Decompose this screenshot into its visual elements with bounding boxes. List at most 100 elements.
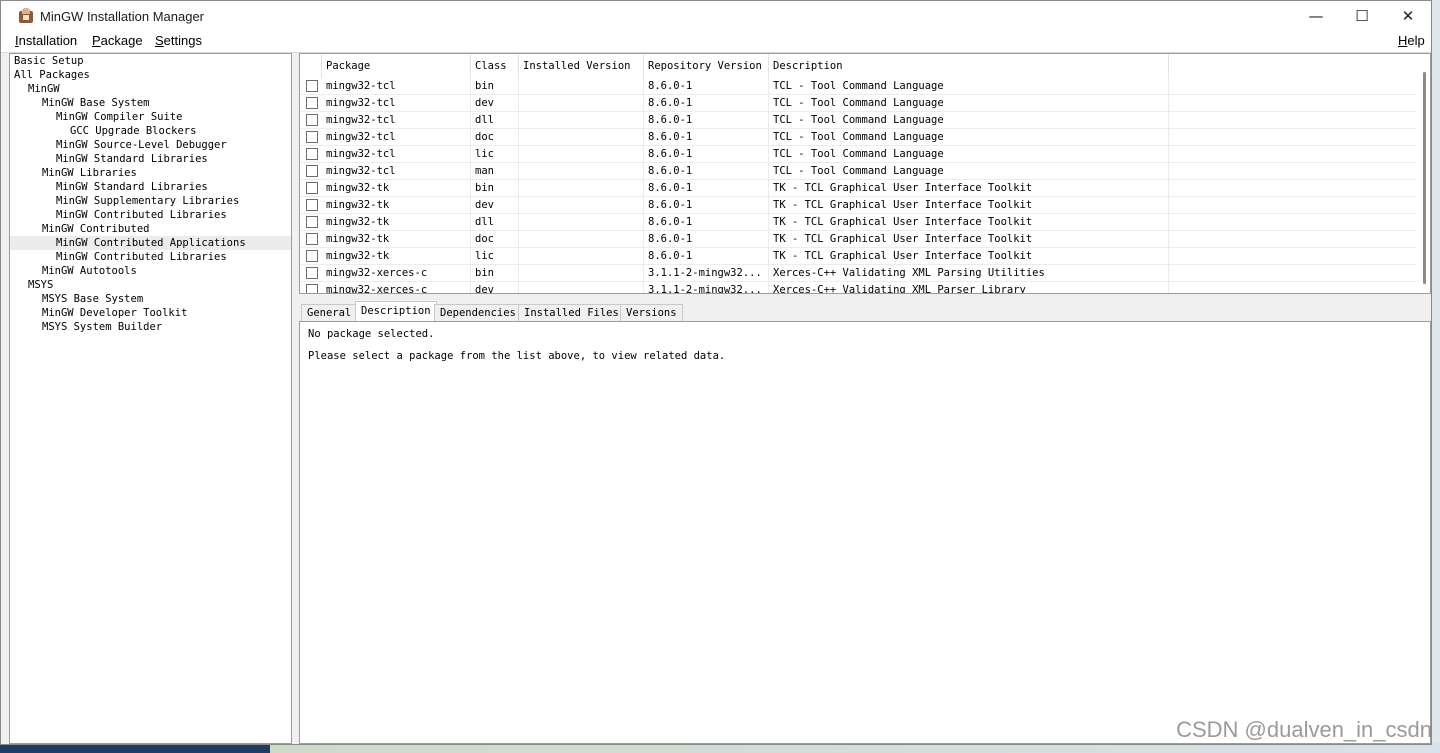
tree-item-mingw-developer-toolkit[interactable]: MinGW Developer Toolkit <box>42 306 187 320</box>
package-checkbox[interactable] <box>306 233 318 245</box>
details-panel: No package selected. Please select a pac… <box>299 321 1431 744</box>
tree-item-mingw-base-system[interactable]: MinGW Base System <box>42 96 149 110</box>
table-row[interactable]: mingw32-xerces-c dev 3.1.1-2-mingw32... … <box>300 282 1416 293</box>
details-tabs: General Description Dependencies Install… <box>299 300 1431 322</box>
tab-dependencies[interactable]: Dependencies <box>434 304 522 321</box>
package-description: TCL - Tool Command Language <box>769 129 1169 146</box>
header-installed-version[interactable]: Installed Version <box>519 54 644 78</box>
tree-item-mingw-contributed[interactable]: MinGW Contributed <box>42 222 149 236</box>
package-installed-version <box>519 180 644 197</box>
menu-installation[interactable]: Installation <box>15 33 77 48</box>
tree-item-mingw-compiler-suite[interactable]: MinGW Compiler Suite <box>56 110 182 124</box>
package-name: mingw32-tcl <box>322 112 471 129</box>
tree-item-msys-system-builder[interactable]: MSYS System Builder <box>42 320 162 334</box>
package-class: doc <box>471 129 519 146</box>
package-checkbox[interactable] <box>306 97 318 109</box>
package-class: lic <box>471 248 519 265</box>
header-class[interactable]: Class <box>471 54 519 78</box>
category-tree[interactable]: Basic Setup All Packages MinGW MinGW Bas… <box>9 53 292 744</box>
package-checkbox[interactable] <box>306 148 318 160</box>
tree-item-mingw[interactable]: MinGW <box>28 82 60 96</box>
package-installed-version <box>519 146 644 163</box>
table-row[interactable]: mingw32-tk dev 8.6.0-1 TK - TCL Graphica… <box>300 197 1416 214</box>
package-checkbox[interactable] <box>306 165 318 177</box>
tab-versions[interactable]: Versions <box>620 304 683 321</box>
package-checkbox[interactable] <box>306 182 318 194</box>
package-class: doc <box>471 231 519 248</box>
package-checkbox[interactable] <box>306 267 318 279</box>
tab-general[interactable]: General <box>301 304 358 321</box>
package-installed-version <box>519 129 644 146</box>
table-row[interactable]: mingw32-xerces-c bin 3.1.1-2-mingw32... … <box>300 265 1416 282</box>
table-row[interactable]: mingw32-tcl dll 8.6.0-1 TCL - Tool Comma… <box>300 112 1416 129</box>
tree-item-mingw-standard-libraries-2[interactable]: MinGW Standard Libraries <box>56 180 208 194</box>
title-bar[interactable]: MinGW Installation Manager — ☐ ✕ <box>1 1 1431 31</box>
tree-item-all-packages[interactable]: All Packages <box>14 68 90 82</box>
header-package[interactable]: Package <box>322 54 471 78</box>
scrollbar-thumb[interactable] <box>1423 72 1426 284</box>
tree-item-mingw-supplementary-libraries[interactable]: MinGW Supplementary Libraries <box>56 194 239 208</box>
package-installed-version <box>519 282 644 293</box>
table-row[interactable]: mingw32-tk dll 8.6.0-1 TK - TCL Graphica… <box>300 214 1416 231</box>
package-description: TK - TCL Graphical User Interface Toolki… <box>769 214 1169 231</box>
table-row[interactable]: mingw32-tk doc 8.6.0-1 TK - TCL Graphica… <box>300 231 1416 248</box>
tab-description[interactable]: Description <box>355 301 437 321</box>
tree-item-mingw-standard-libraries[interactable]: MinGW Standard Libraries <box>56 152 208 166</box>
package-class: bin <box>471 265 519 282</box>
header-description[interactable]: Description <box>769 54 1169 78</box>
tree-item-msys-base-system[interactable]: MSYS Base System <box>42 292 143 306</box>
tree-item-mingw-libraries[interactable]: MinGW Libraries <box>42 166 137 180</box>
table-row[interactable]: mingw32-tcl man 8.6.0-1 TCL - Tool Comma… <box>300 163 1416 180</box>
package-installed-version <box>519 231 644 248</box>
minimize-button[interactable]: — <box>1293 1 1339 31</box>
table-row[interactable]: mingw32-tcl bin 8.6.0-1 TCL - Tool Comma… <box>300 78 1416 95</box>
package-description: Xerces-C++ Validating XML Parser Library <box>769 282 1169 293</box>
menu-settings[interactable]: Settings <box>155 33 202 48</box>
package-list[interactable]: Package Class Installed Version Reposito… <box>299 53 1431 294</box>
package-name: mingw32-tk <box>322 248 471 265</box>
package-list-scrollbar[interactable] <box>1416 54 1430 293</box>
package-repository-version: 8.6.0-1 <box>644 112 769 129</box>
tree-item-mingw-autotools[interactable]: MinGW Autotools <box>42 264 137 278</box>
package-checkbox[interactable] <box>306 284 318 293</box>
package-installed-version <box>519 78 644 95</box>
package-checkbox[interactable] <box>306 114 318 126</box>
package-checkbox[interactable] <box>306 131 318 143</box>
package-description: TCL - Tool Command Language <box>769 146 1169 163</box>
package-name: mingw32-tcl <box>322 95 471 112</box>
package-installed-version <box>519 163 644 180</box>
package-checkbox[interactable] <box>306 250 318 262</box>
close-button[interactable]: ✕ <box>1385 1 1431 31</box>
tree-item-mingw-source-level-debugger[interactable]: MinGW Source-Level Debugger <box>56 138 227 152</box>
table-row[interactable]: mingw32-tcl lic 8.6.0-1 TCL - Tool Comma… <box>300 146 1416 163</box>
table-row[interactable]: mingw32-tk bin 8.6.0-1 TK - TCL Graphica… <box>300 180 1416 197</box>
tree-item-mingw-contributed-applications[interactable]: MinGW Contributed Applications <box>10 236 291 250</box>
table-row[interactable]: mingw32-tk lic 8.6.0-1 TK - TCL Graphica… <box>300 248 1416 265</box>
tree-item-mingw-contributed-libraries-2[interactable]: MinGW Contributed Libraries <box>56 250 227 264</box>
tree-item-gcc-upgrade-blockers[interactable]: GCC Upgrade Blockers <box>70 124 196 138</box>
table-row[interactable]: mingw32-tcl dev 8.6.0-1 TCL - Tool Comma… <box>300 95 1416 112</box>
table-row[interactable]: mingw32-tcl doc 8.6.0-1 TCL - Tool Comma… <box>300 129 1416 146</box>
tree-item-mingw-contributed-libraries[interactable]: MinGW Contributed Libraries <box>56 208 227 222</box>
package-name: mingw32-tcl <box>322 78 471 95</box>
package-class: dll <box>471 214 519 231</box>
package-class: dev <box>471 95 519 112</box>
menu-package[interactable]: Package <box>92 33 143 48</box>
package-repository-version: 8.6.0-1 <box>644 197 769 214</box>
package-repository-version: 8.6.0-1 <box>644 78 769 95</box>
vertical-splitter[interactable] <box>292 53 299 744</box>
tree-item-basic-setup[interactable]: Basic Setup <box>14 54 84 68</box>
package-checkbox[interactable] <box>306 216 318 228</box>
header-repository-version[interactable]: Repository Version <box>644 54 769 78</box>
maximize-button[interactable]: ☐ <box>1339 1 1385 31</box>
menu-help[interactable]: Help <box>1398 33 1425 48</box>
tab-installed-files[interactable]: Installed Files <box>518 304 625 321</box>
mingw-app-icon <box>18 8 34 24</box>
header-checkbox-column[interactable] <box>300 54 322 78</box>
package-checkbox[interactable] <box>306 80 318 92</box>
tree-item-msys[interactable]: MSYS <box>28 278 53 292</box>
package-list-header: Package Class Installed Version Reposito… <box>300 54 1430 78</box>
package-checkbox[interactable] <box>306 199 318 211</box>
package-repository-version: 8.6.0-1 <box>644 248 769 265</box>
package-class: man <box>471 163 519 180</box>
